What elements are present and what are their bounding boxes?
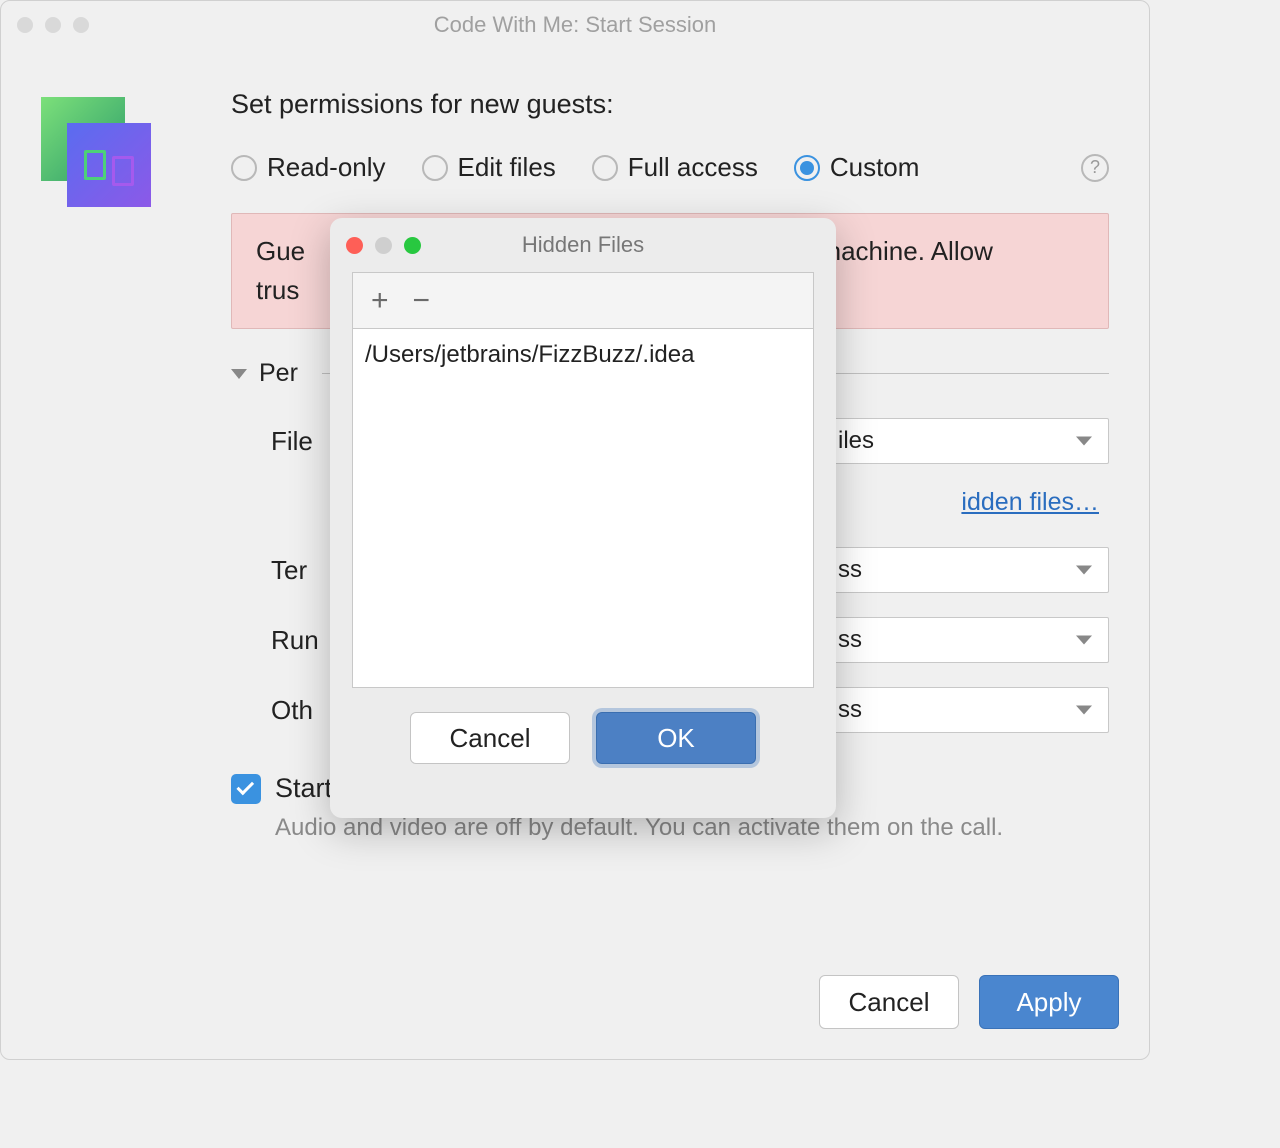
permissions-section-label: Per	[259, 359, 298, 388]
hidden-files-list[interactable]: /Users/jetbrains/FizzBuzz/.idea	[352, 328, 814, 688]
window-title: Code With Me: Start Session	[1, 12, 1149, 38]
disclosure-triangle-icon[interactable]	[231, 369, 247, 379]
remove-button[interactable]: −	[413, 286, 431, 316]
warning-text-2: trus	[256, 275, 299, 305]
terminal-access-value: ss	[838, 556, 862, 584]
run-access-value: ss	[838, 626, 862, 654]
run-access-select[interactable]: ss	[821, 617, 1109, 663]
permissions-heading: Set permissions for new guests:	[231, 89, 1109, 120]
modal-ok-label: OK	[657, 723, 695, 754]
radio-custom-label: Custom	[830, 152, 920, 183]
start-call-checkbox[interactable]	[231, 774, 261, 804]
titlebar: Code With Me: Start Session	[1, 1, 1149, 49]
code-with-me-icon	[41, 97, 151, 207]
warning-text-1b: nachine. Allow	[827, 236, 993, 266]
apply-button[interactable]: Apply	[979, 975, 1119, 1029]
permission-radio-group: Read-only Edit files Full access Custom …	[231, 152, 1109, 183]
radio-edit-files[interactable]: Edit files	[422, 152, 556, 183]
radio-edit-files-label: Edit files	[458, 152, 556, 183]
start-call-subtext: Audio and video are off by default. You …	[275, 814, 1109, 842]
radio-read-only-label: Read-only	[267, 152, 386, 183]
modal-titlebar: Hidden Files	[330, 218, 836, 272]
cancel-button[interactable]: Cancel	[819, 975, 959, 1029]
hidden-files-modal: Hidden Files + − /Users/jetbrains/FizzBu…	[330, 218, 836, 818]
help-icon[interactable]: ?	[1081, 154, 1109, 182]
cancel-button-label: Cancel	[849, 987, 930, 1018]
add-button[interactable]: +	[371, 286, 389, 316]
modal-cancel-label: Cancel	[450, 723, 531, 754]
radio-custom[interactable]: Custom	[794, 152, 920, 183]
other-access-select[interactable]: ss	[821, 687, 1109, 733]
file-access-value: iles	[838, 427, 874, 455]
manage-hidden-files-link[interactable]: idden files…	[961, 488, 1099, 516]
terminal-access-select[interactable]: ss	[821, 547, 1109, 593]
radio-read-only[interactable]: Read-only	[231, 152, 386, 183]
hidden-files-toolbar: + −	[352, 272, 814, 328]
list-item[interactable]: /Users/jetbrains/FizzBuzz/.idea	[363, 339, 803, 371]
radio-full-access-label: Full access	[628, 152, 758, 183]
other-access-value: ss	[838, 696, 862, 724]
modal-title: Hidden Files	[330, 232, 836, 258]
apply-button-label: Apply	[1016, 987, 1081, 1018]
radio-full-access[interactable]: Full access	[592, 152, 758, 183]
warning-text-1a: Gue	[256, 236, 305, 266]
modal-cancel-button[interactable]: Cancel	[410, 712, 570, 764]
file-access-select[interactable]: iles	[821, 418, 1109, 464]
modal-ok-button[interactable]: OK	[596, 712, 756, 764]
